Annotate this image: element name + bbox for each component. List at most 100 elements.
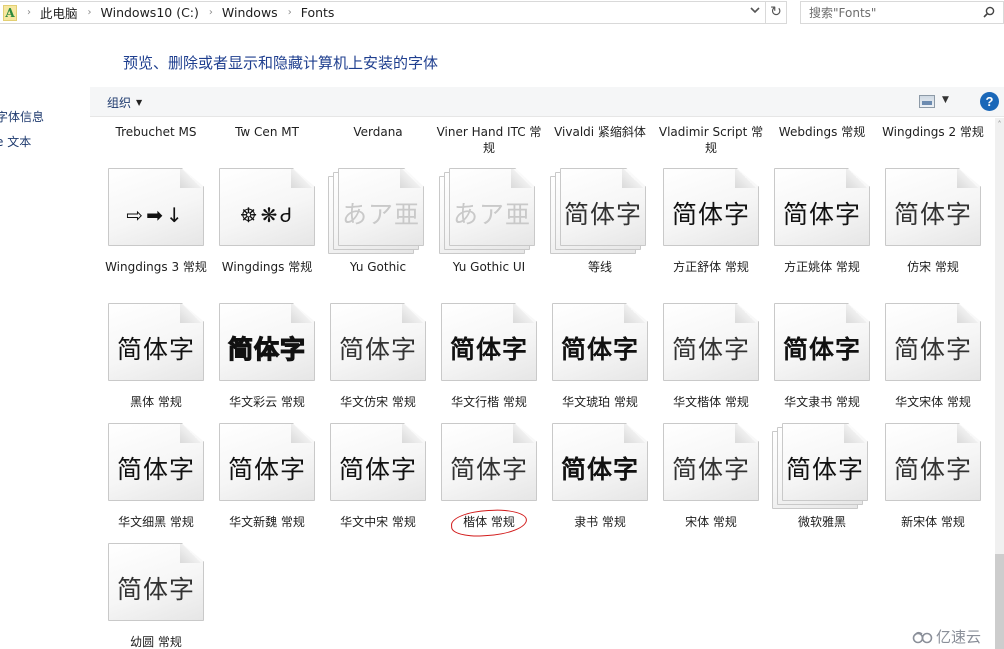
font-grid: Trebuchet MS Tw Cen MT Verdana Viner Hand I… xyxy=(102,118,992,649)
font-item[interactable]: あア亜 Yu Gothic xyxy=(324,168,432,275)
font-item[interactable]: 简体字 楷体 常规 xyxy=(435,423,543,538)
breadcrumb-windows[interactable]: Windows xyxy=(222,5,278,20)
font-name[interactable]: Wingdings 常规 xyxy=(213,259,321,275)
font-item[interactable]: 简体字 华文仿宋 常规 xyxy=(324,303,432,410)
font-item[interactable]: 简体字 方正舒体 常规 xyxy=(657,168,765,275)
font-label[interactable]: Trebuchet MS xyxy=(102,124,210,140)
refresh-button[interactable]: ↻ xyxy=(766,1,787,24)
breadcrumb-fonts[interactable]: Fonts xyxy=(301,5,335,20)
font-file-icon: 简体字 xyxy=(774,168,870,246)
font-caption-holder: 楷体 常规 xyxy=(435,501,543,538)
font-item[interactable]: 简体字 华文行楷 常规 xyxy=(435,303,543,410)
address-history-dropdown-icon[interactable] xyxy=(748,4,762,20)
font-name[interactable]: 隶书 常规 xyxy=(546,514,654,530)
font-name[interactable]: Yu Gothic UI xyxy=(435,259,543,275)
search-box[interactable] xyxy=(800,1,1004,24)
font-item[interactable]: ☸❋Ꮷ Wingdings 常规 xyxy=(213,168,321,275)
font-caption-holder: 隶书 常规 xyxy=(546,514,654,530)
font-name[interactable]: 新宋体 常规 xyxy=(879,514,987,530)
left-nav-text-link[interactable]: e 文本 xyxy=(0,133,31,150)
breadcrumb-separator-icon[interactable]: › xyxy=(288,7,292,18)
font-item[interactable]: 简体字华文中宋 常规 xyxy=(324,423,432,530)
scrollbar-thumb[interactable] xyxy=(995,554,1004,649)
address-bar[interactable]: A › 此电脑 › Windows10 (C:) › Windows › Fon… xyxy=(0,1,766,24)
font-item[interactable]: 简体字 华文细黑 常规 xyxy=(102,423,210,530)
font-item[interactable]: 简体字 华文新魏 常规 xyxy=(213,423,321,530)
font-name[interactable]: 华文隶书 常规 xyxy=(768,394,876,410)
font-item[interactable]: あア亜 Yu Gothic UI xyxy=(435,168,543,275)
font-name[interactable]: 方正姚体 常规 xyxy=(768,259,876,275)
search-icon[interactable] xyxy=(983,6,995,18)
font-page-sheet: 简体字 xyxy=(108,303,204,381)
font-name[interactable]: 幼圆 常规 xyxy=(102,634,210,649)
font-name[interactable]: 华文琥珀 常规 xyxy=(546,394,654,410)
font-item[interactable]: 简体字 幼圆 常规 xyxy=(102,543,210,649)
font-name[interactable]: 华文行楷 常规 xyxy=(435,394,543,410)
font-item[interactable]: 简体字 华文宋体 常规 xyxy=(879,303,987,410)
breadcrumb-this-pc[interactable]: 此电脑 xyxy=(40,3,78,22)
font-caption-holder: 微软雅黑 xyxy=(768,514,876,530)
toolbar: 组织 ▼ ▼ ? xyxy=(90,87,1004,117)
page-fold-corner xyxy=(180,304,203,323)
scroll-up-icon[interactable]: ˄ xyxy=(995,120,1004,130)
font-item[interactable]: 简体字 仿宋 常规 xyxy=(879,168,987,275)
organize-button[interactable]: 组织 ▼ xyxy=(107,94,142,111)
font-name[interactable]: Wingdings 3 常规 xyxy=(102,259,210,275)
font-item[interactable]: 简体字 微软雅黑 xyxy=(768,423,876,530)
page-fold-corner xyxy=(735,169,758,188)
font-name[interactable]: 微软雅黑 xyxy=(768,514,876,530)
font-name[interactable]: 华文宋体 常规 xyxy=(879,394,987,410)
font-label[interactable]: Wingdings 2 常规 xyxy=(879,124,987,140)
font-item[interactable]: 简体字 华文彩云 常规 xyxy=(213,303,321,410)
font-sample-preview: 简体字 xyxy=(560,455,639,484)
font-item[interactable]: 简体字 宋体 常规 xyxy=(657,423,765,530)
font-sample-preview: 简体字 xyxy=(671,455,750,484)
red-annotation-circle xyxy=(450,508,528,538)
breadcrumb-separator-icon[interactable]: › xyxy=(209,7,213,18)
search-input[interactable] xyxy=(801,2,971,23)
breadcrumb-drive-c[interactable]: Windows10 (C:) xyxy=(101,5,199,20)
font-item[interactable]: 简体字 隶书 常规 xyxy=(546,423,654,530)
font-name[interactable]: 仿宋 常规 xyxy=(879,259,987,275)
font-item[interactable]: 简体字 华文隶书 常规 xyxy=(768,303,876,410)
font-label[interactable]: Tw Cen MT xyxy=(213,124,321,140)
left-nav-font-info-link[interactable]: 字体信息 xyxy=(0,108,44,125)
font-name[interactable]: 华文中宋 常规 xyxy=(324,514,432,530)
font-name[interactable]: 宋体 常规 xyxy=(657,514,765,530)
font-file-icon: 简体字 xyxy=(885,168,981,246)
font-file-icon: 简体字 xyxy=(885,423,981,501)
page-fold-corner xyxy=(180,424,203,443)
font-name[interactable]: 等线 xyxy=(546,259,654,275)
breadcrumb-separator-icon[interactable]: › xyxy=(88,7,92,18)
font-file-icon: 简体字 xyxy=(330,423,426,501)
font-name[interactable]: 华文新魏 常规 xyxy=(213,514,321,530)
font-item[interactable]: 简体字方正姚体 常规 xyxy=(768,168,876,275)
page-fold-corner xyxy=(180,169,203,188)
font-label[interactable]: Verdana xyxy=(324,124,432,140)
font-label[interactable]: Viner Hand ITC 常规 xyxy=(435,124,543,156)
view-options-dropdown-icon[interactable]: ▼ xyxy=(942,95,949,105)
font-label[interactable]: Vivaldi 紧缩斜体 xyxy=(546,124,654,140)
page-fold-corner xyxy=(402,424,425,443)
font-name[interactable]: 华文彩云 常规 xyxy=(213,394,321,410)
font-item[interactable]: 简体字 华文琥珀 常规 xyxy=(546,303,654,410)
font-name[interactable]: 方正舒体 常规 xyxy=(657,259,765,275)
vertical-scrollbar[interactable]: ˄ xyxy=(995,118,1004,649)
font-name[interactable]: 华文楷体 常规 xyxy=(657,394,765,410)
font-label[interactable]: Vladimir Script 常规 xyxy=(657,124,765,156)
font-name[interactable]: 华文细黑 常规 xyxy=(102,514,210,530)
font-item[interactable]: 简体字 等线 xyxy=(546,168,654,275)
breadcrumb-separator-icon[interactable]: › xyxy=(27,7,31,18)
font-name[interactable]: 楷体 常规 xyxy=(450,508,528,538)
font-file-icon: 简体字 xyxy=(552,423,648,501)
font-label[interactable]: Webdings 常规 xyxy=(768,124,876,140)
font-item[interactable]: 简体字 华文楷体 常规 xyxy=(657,303,765,410)
font-item[interactable]: 简体字 黑体 常规 xyxy=(102,303,210,410)
font-name[interactable]: 华文仿宋 常规 xyxy=(324,394,432,410)
font-item[interactable]: ⇨➡↓ Wingdings 3 常规 xyxy=(102,168,210,275)
font-name[interactable]: Yu Gothic xyxy=(324,259,432,275)
help-icon[interactable]: ? xyxy=(980,92,999,111)
font-item[interactable]: 简体字 新宋体 常规 xyxy=(879,423,987,530)
font-name[interactable]: 黑体 常规 xyxy=(102,394,210,410)
change-view-icon[interactable] xyxy=(919,95,935,108)
